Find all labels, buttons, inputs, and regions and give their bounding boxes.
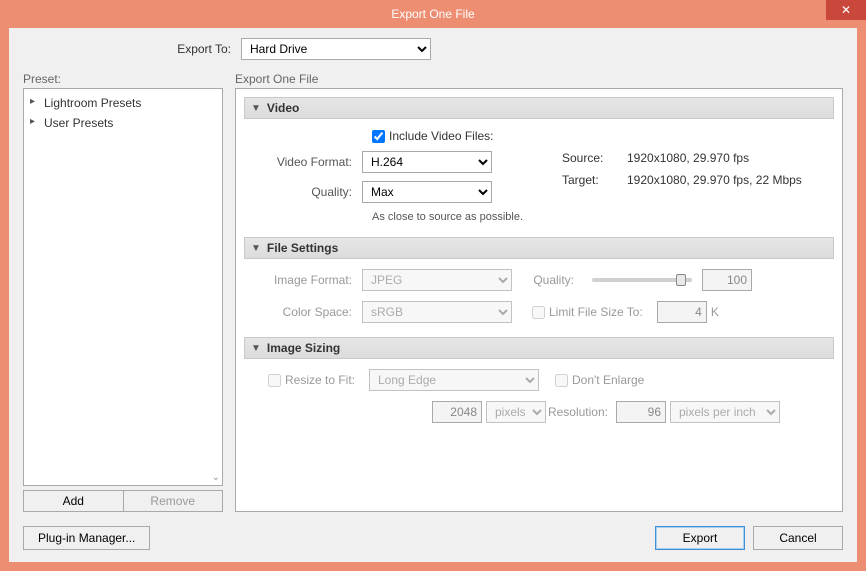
settings-header: Export One File	[235, 72, 843, 86]
limit-size-value	[657, 301, 707, 323]
section-sizing-header[interactable]: ▼ Image Sizing	[244, 337, 834, 359]
export-to-row: Export To: Hard Drive	[23, 38, 843, 60]
resolution-label: Resolution:	[546, 405, 616, 419]
video-format-label: Video Format:	[252, 155, 362, 169]
file-quality-value	[702, 269, 752, 291]
resolution-unit-select: pixels per inch	[670, 401, 780, 423]
resize-checkbox	[268, 374, 281, 387]
image-format-select: JPEG	[362, 269, 512, 291]
resize-label: Resize to Fit:	[285, 373, 369, 387]
section-file-header[interactable]: ▼ File Settings	[244, 237, 834, 259]
dialog-body: Export To: Hard Drive Preset: Lightroom …	[9, 28, 857, 562]
main-area: Preset: Lightroom Presets User Presets ⌄…	[23, 72, 843, 512]
dont-enlarge-checkbox	[555, 374, 568, 387]
close-button[interactable]: ✕	[826, 0, 866, 20]
image-format-label: Image Format:	[252, 273, 362, 287]
section-video: ▼ Video Include Video Files: Video Forma…	[244, 97, 834, 229]
video-target-label: Target:	[562, 173, 617, 187]
video-source-label: Source:	[562, 151, 617, 165]
settings-column: Export One File ▼ Video Include Video Fi…	[235, 72, 843, 512]
colorspace-label: Color Space:	[252, 305, 362, 319]
dont-enlarge-label: Don't Enlarge	[572, 373, 644, 387]
section-file-title: File Settings	[267, 241, 338, 255]
window-title: Export One File	[391, 7, 474, 21]
section-sizing-title: Image Sizing	[267, 341, 340, 355]
section-video-title: Video	[267, 101, 299, 115]
export-to-select[interactable]: Hard Drive	[241, 38, 431, 60]
settings-panel[interactable]: ▼ Video Include Video Files: Video Forma…	[235, 88, 843, 512]
collapse-icon: ▼	[251, 243, 261, 254]
add-button[interactable]: Add	[23, 490, 124, 512]
include-video-checkbox[interactable]	[372, 130, 385, 143]
video-quality-label: Quality:	[252, 185, 362, 199]
slider-thumb	[676, 274, 686, 286]
video-note: As close to source as possible.	[372, 211, 826, 223]
preset-list: Lightroom Presets User Presets ⌄	[23, 88, 223, 486]
collapse-icon: ▼	[251, 343, 261, 354]
quality-slider	[592, 278, 692, 282]
dim-value	[432, 401, 482, 423]
chevron-down-icon: ⌄	[212, 472, 220, 483]
section-video-header[interactable]: ▼ Video	[244, 97, 834, 119]
include-video-label: Include Video Files:	[389, 129, 494, 143]
remove-button[interactable]: Remove	[124, 490, 224, 512]
export-to-label: Export To:	[23, 42, 241, 56]
preset-header: Preset:	[23, 72, 223, 86]
section-sizing: ▼ Image Sizing Resize to Fit: Long Edge …	[244, 337, 834, 429]
video-format-select[interactable]: H.264	[362, 151, 492, 173]
dim-unit-select: pixels	[486, 401, 546, 423]
limit-size-unit: K	[711, 305, 719, 319]
export-button[interactable]: Export	[655, 526, 745, 550]
video-info: Source: 1920x1080, 29.970 fps Target: 19…	[562, 151, 802, 211]
limit-size-checkbox	[532, 306, 545, 319]
footer: Plug-in Manager... Export Cancel	[23, 516, 843, 550]
colorspace-select: sRGB	[362, 301, 512, 323]
limit-size-label: Limit File Size To:	[549, 305, 643, 319]
file-quality-label: Quality:	[512, 273, 582, 287]
preset-buttons: Add Remove	[23, 490, 223, 512]
video-target-value: 1920x1080, 29.970 fps, 22 Mbps	[627, 173, 802, 187]
resolution-value	[616, 401, 666, 423]
preset-column: Preset: Lightroom Presets User Presets ⌄…	[23, 72, 223, 512]
video-source-value: 1920x1080, 29.970 fps	[627, 151, 749, 165]
video-quality-select[interactable]: Max	[362, 181, 492, 203]
section-file: ▼ File Settings Image Format: JPEG Quali…	[244, 237, 834, 329]
collapse-icon: ▼	[251, 103, 261, 114]
preset-item-lightroom[interactable]: Lightroom Presets	[26, 93, 220, 113]
resize-mode-select: Long Edge	[369, 369, 539, 391]
titlebar: Export One File ✕	[0, 0, 866, 28]
plugin-manager-button[interactable]: Plug-in Manager...	[23, 526, 150, 550]
close-icon: ✕	[841, 3, 851, 17]
preset-item-user[interactable]: User Presets	[26, 113, 220, 133]
cancel-button[interactable]: Cancel	[753, 526, 843, 550]
